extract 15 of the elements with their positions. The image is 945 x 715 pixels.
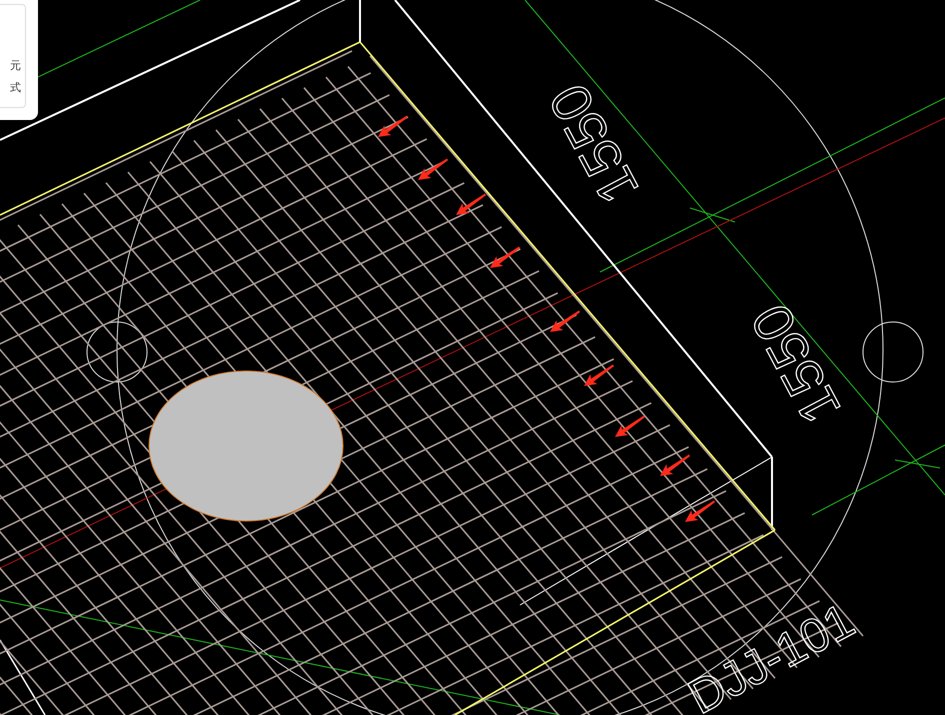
pointer-arrow: [660, 454, 690, 476]
pointer-arrow: [378, 116, 408, 137]
axis-circle: [862, 322, 924, 382]
menu-option[interactable]: 式: [10, 81, 21, 95]
pointer-arrow: [418, 158, 448, 180]
pointer-arrow: [490, 246, 520, 268]
pointer-arrow: [615, 416, 646, 437]
menu-option[interactable]: 元: [10, 59, 21, 73]
axis-circle: [86, 322, 148, 382]
dimension-label: 1550: [738, 294, 853, 434]
pointer-arrow: [584, 364, 614, 386]
pointer-arrow: [685, 500, 716, 522]
pointer-arrow: [456, 194, 486, 215]
pointer-arrow: [550, 310, 580, 332]
dimension-label: 1550: [536, 74, 651, 214]
